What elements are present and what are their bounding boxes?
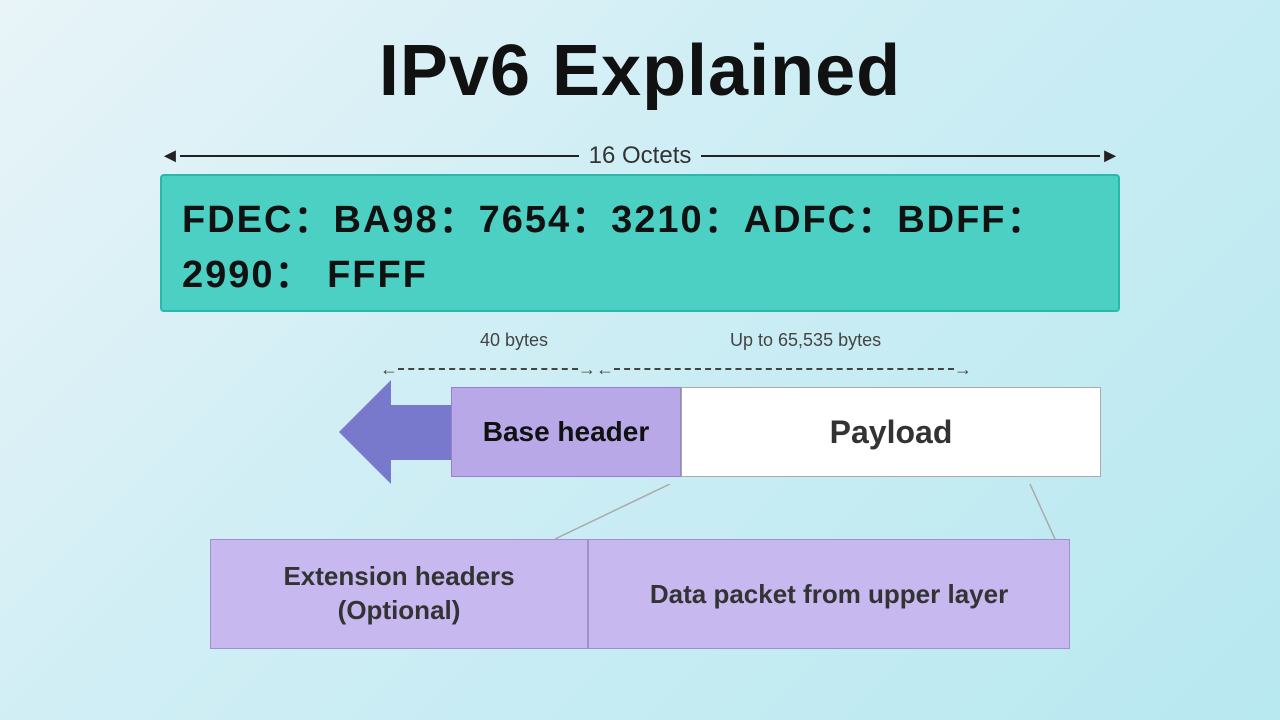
- ipv6-address-bar: FDEC：BA98：7654：3210：ADFC：BDFF：2990： FFFF: [160, 174, 1120, 312]
- arrow-left-head: ◄: [160, 146, 180, 166]
- page-title: IPv6 Explained: [60, 30, 1220, 112]
- octets-section: ◄ 16 Octets ► FDEC：BA98：7654：3210：ADFC：B…: [60, 142, 1220, 312]
- dash-right-arrow2: →: [954, 360, 972, 378]
- arrow-head: [339, 380, 391, 484]
- data-packet-box: Data packet from upper layer: [588, 539, 1070, 649]
- arrow-body: [391, 405, 451, 460]
- arrow-line-left: [180, 155, 579, 157]
- extension-headers-text: Extension headers(Optional): [283, 560, 514, 628]
- connector-svg: [380, 484, 1060, 539]
- data-packet-text: Data packet from upper layer: [650, 579, 1008, 610]
- dash-right-arrow1: →: [578, 360, 596, 378]
- main-container: IPv6 Explained ◄ 16 Octets ► FDEC：BA98：7…: [0, 0, 1280, 720]
- packet-section: 40 bytes Up to 65,535 bytes ← → ← →: [140, 330, 1280, 539]
- extension-headers-box: Extension headers(Optional): [210, 539, 588, 649]
- payload-text: Payload: [830, 414, 953, 451]
- dashed-section: 40 bytes Up to 65,535 bytes ← → ← →: [380, 330, 1060, 378]
- lower-section: Extension headers(Optional) Data packet …: [60, 539, 1220, 649]
- octets-label: 16 Octets: [589, 142, 692, 170]
- arrow-right-head: ►: [1100, 146, 1120, 166]
- lower-boxes-row: Extension headers(Optional) Data packet …: [210, 539, 1070, 649]
- octets-arrow-row: ◄ 16 Octets ►: [160, 142, 1120, 170]
- dash-left-arrow1: ←: [380, 360, 398, 378]
- base-header-box: Base header: [451, 387, 681, 477]
- arrow-line-right: [701, 155, 1100, 157]
- dash-line-1: [398, 368, 578, 370]
- dashed-arrows-line: ← → ← →: [380, 360, 1080, 378]
- payload-box: Payload: [681, 387, 1101, 477]
- label-40-bytes: 40 bytes: [480, 330, 548, 351]
- ipv6-address-text: FDEC：BA98：7654：3210：ADFC：BDFF：2990： FFFF: [182, 188, 1098, 298]
- label-65535-bytes: Up to 65,535 bytes: [730, 330, 881, 351]
- dash-left-arrow2: ←: [596, 360, 614, 378]
- big-left-arrow: [339, 380, 451, 484]
- dash-line-2: [614, 368, 954, 370]
- connector-area: [380, 484, 1060, 539]
- base-header-text: Base header: [483, 416, 650, 448]
- packet-and-arrow: Base header Payload: [339, 380, 1101, 484]
